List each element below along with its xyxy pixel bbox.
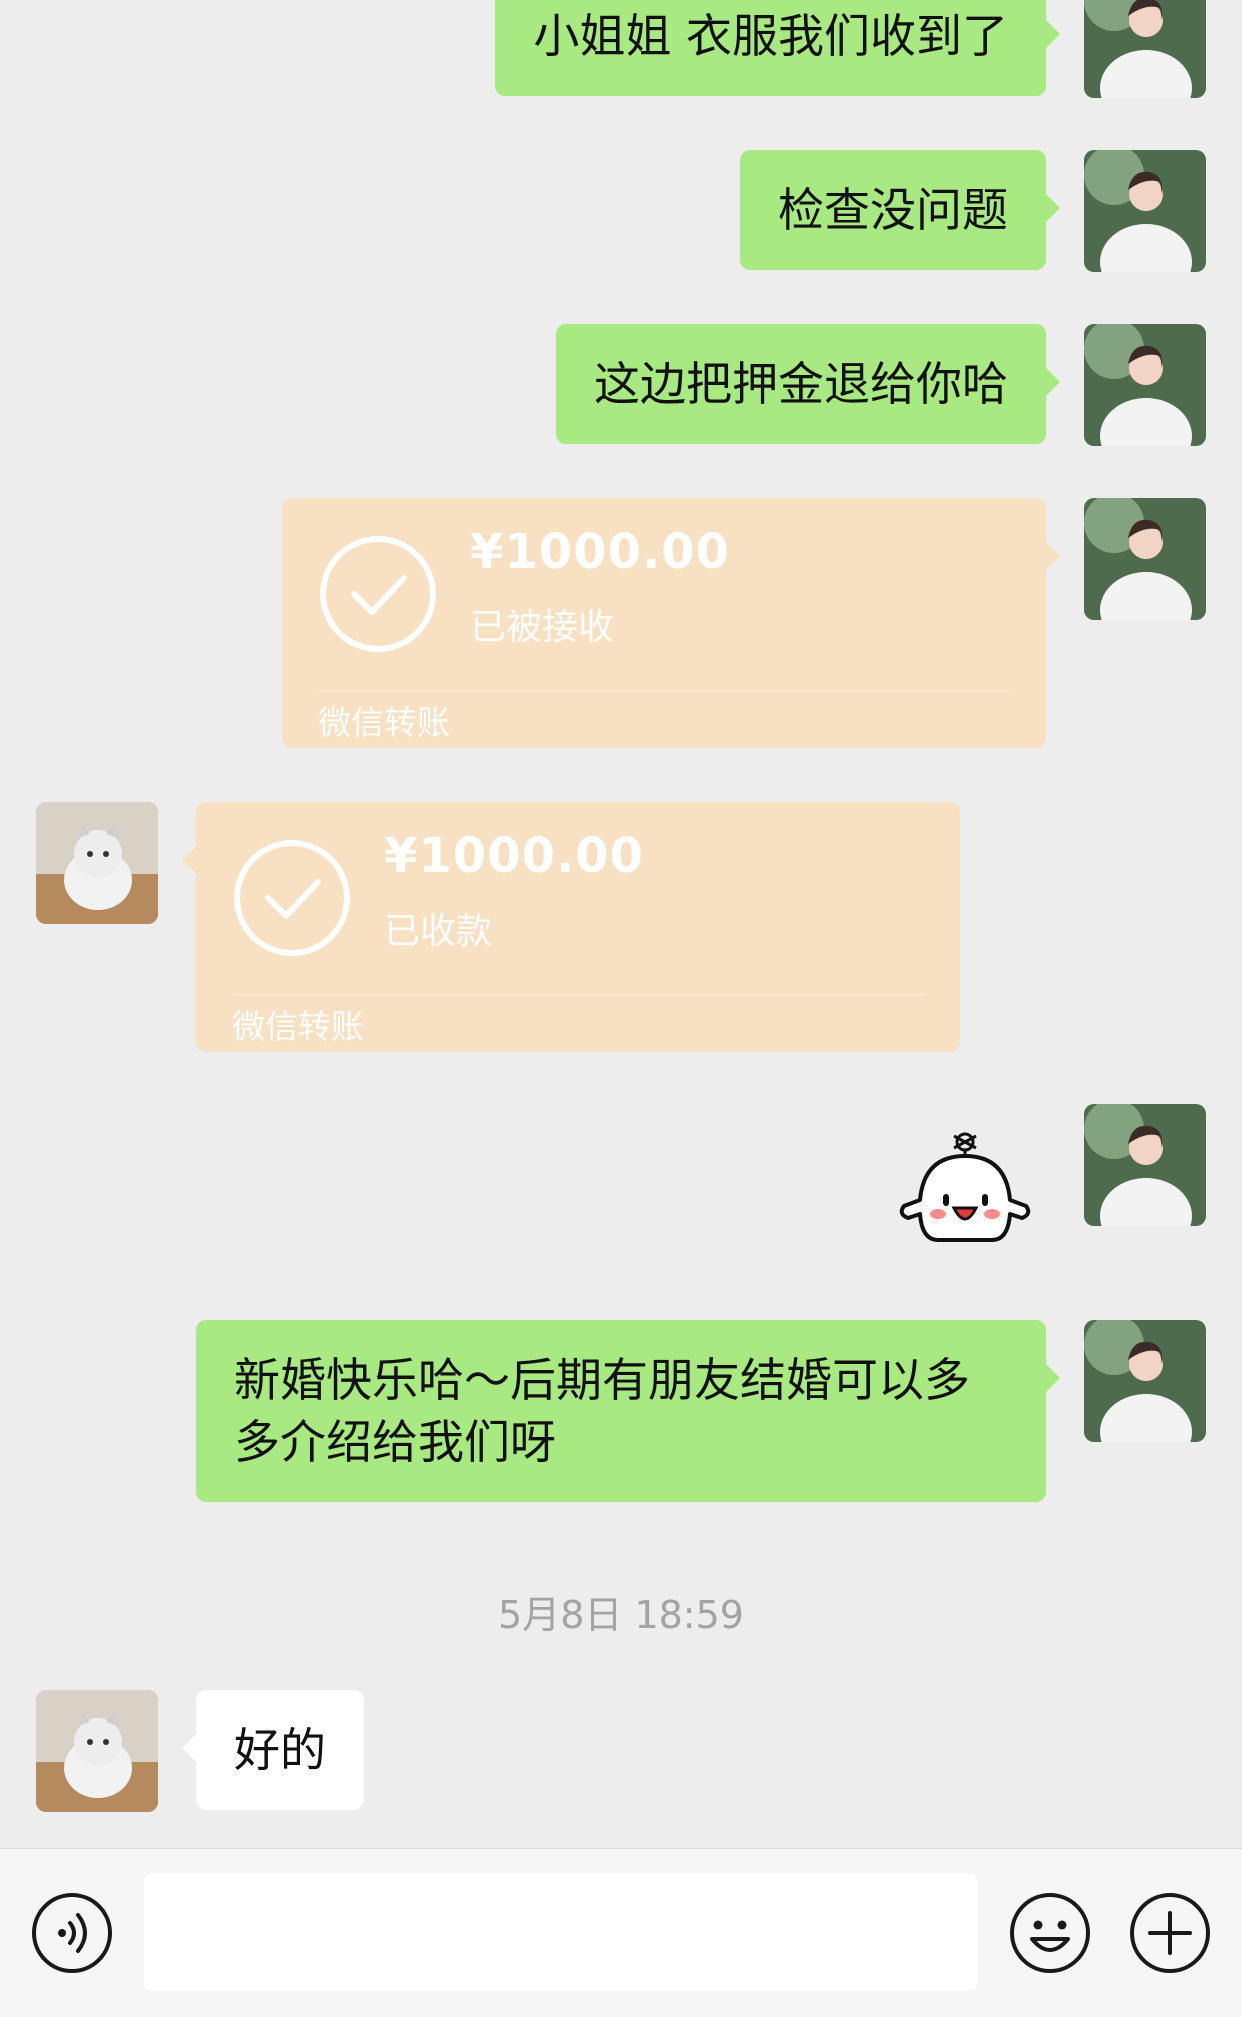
- divider: [318, 690, 1010, 691]
- transfer-status: 已被接收: [470, 607, 615, 648]
- message-bubble-sent[interactable]: 检查没问题: [740, 150, 1060, 270]
- transfer-card-received[interactable]: ¥1000.00 已收款 微信转账: [182, 802, 960, 1052]
- voice-icon[interactable]: [30, 1891, 114, 1975]
- check-circle-icon: [320, 536, 436, 652]
- message-bubble-sent[interactable]: 新婚快乐哈～后期有朋友结婚可以多多介绍给我们呀: [196, 1320, 1060, 1502]
- plus-icon[interactable]: [1128, 1891, 1212, 1975]
- transfer-card-sent[interactable]: ¥1000.00 已被接收 微信转账: [282, 498, 1060, 748]
- avatar-self[interactable]: [1084, 150, 1206, 272]
- message-bubble-sent[interactable]: 这边把押金退给你哈: [556, 324, 1060, 444]
- avatar-self[interactable]: [1084, 498, 1206, 620]
- divider: [232, 994, 924, 995]
- avatar-self[interactable]: [1084, 1104, 1206, 1226]
- avatar-contact[interactable]: [36, 802, 158, 924]
- transfer-status: 已收款: [384, 911, 493, 952]
- transfer-amount: ¥1000.00: [470, 524, 731, 580]
- message-bubble-received[interactable]: 好的: [182, 1690, 364, 1810]
- transfer-amount: ¥1000.00: [384, 828, 645, 884]
- avatar-self[interactable]: [1084, 324, 1206, 446]
- transfer-label: 微信转账: [318, 703, 450, 742]
- message-input[interactable]: [144, 1873, 978, 1991]
- transfer-label: 微信转账: [232, 1007, 364, 1046]
- smiling-ghost-sticker[interactable]: [896, 1122, 1034, 1252]
- avatar-self[interactable]: [1084, 0, 1206, 98]
- check-circle-icon: [234, 840, 350, 956]
- message-bubble-sent[interactable]: 小姐姐 衣服我们收到了: [495, 0, 1060, 96]
- avatar-contact[interactable]: [36, 1690, 158, 1812]
- chat-timestamp: 5月8日 18:59: [498, 1593, 744, 1637]
- chat-input-bar: [0, 1848, 1242, 2017]
- avatar-self[interactable]: [1084, 1320, 1206, 1442]
- emoji-icon[interactable]: [1008, 1891, 1092, 1975]
